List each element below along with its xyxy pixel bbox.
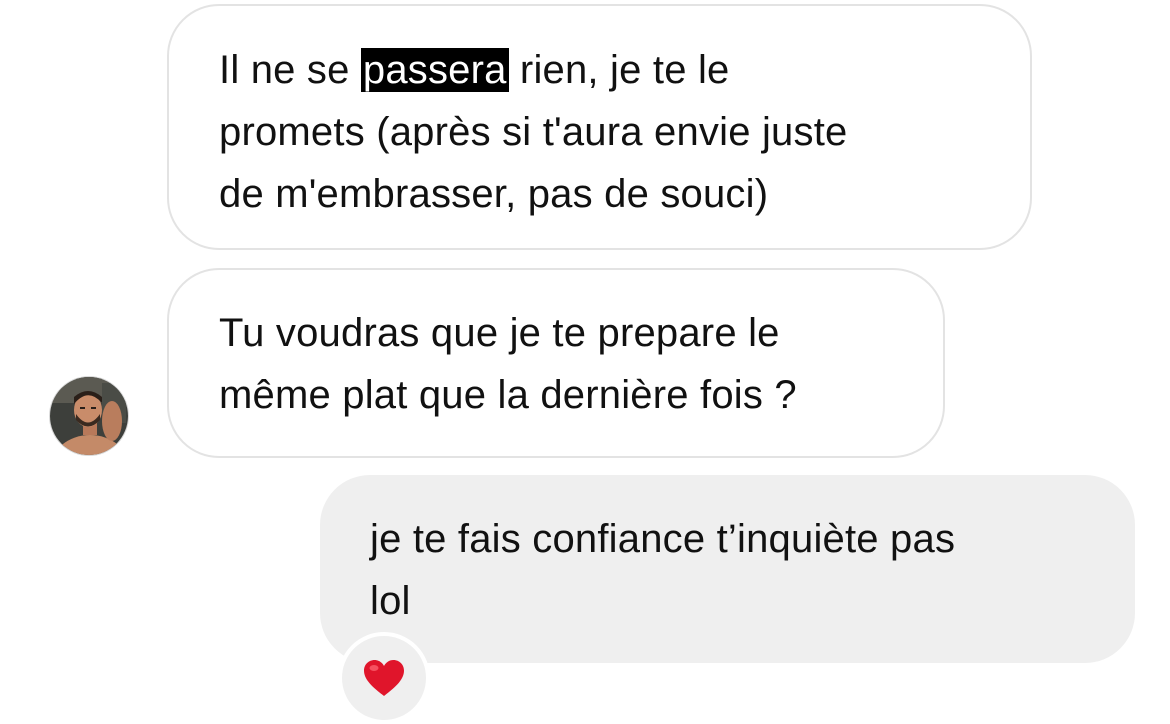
message-line: lol <box>370 579 411 623</box>
message-line: de m'embrasser, pas de souci) <box>219 172 769 216</box>
reaction-badge[interactable] <box>338 632 430 724</box>
message-bubble-incoming[interactable]: Il ne se passera rien, je te le promets … <box>167 4 1032 250</box>
message-line: Tu voudras que je te prepare le <box>219 311 780 355</box>
message-line: je te fais confiance t’inquiète pas <box>370 517 956 561</box>
heart-icon <box>364 660 404 696</box>
message-bubble-incoming[interactable]: Tu voudras que je te prepare le même pla… <box>167 268 945 458</box>
avatar[interactable] <box>49 376 129 456</box>
message-line: promets (après si t'aura envie juste <box>219 110 848 154</box>
message-bubble-outgoing[interactable]: je te fais confiance t’inquiète pas lol <box>320 475 1135 663</box>
message-line: Il ne se passera rien, je te le <box>219 48 730 92</box>
selected-text-highlight[interactable]: passera <box>360 48 509 92</box>
message-line: même plat que la dernière fois ? <box>219 373 797 417</box>
profile-photo-icon <box>50 377 128 455</box>
